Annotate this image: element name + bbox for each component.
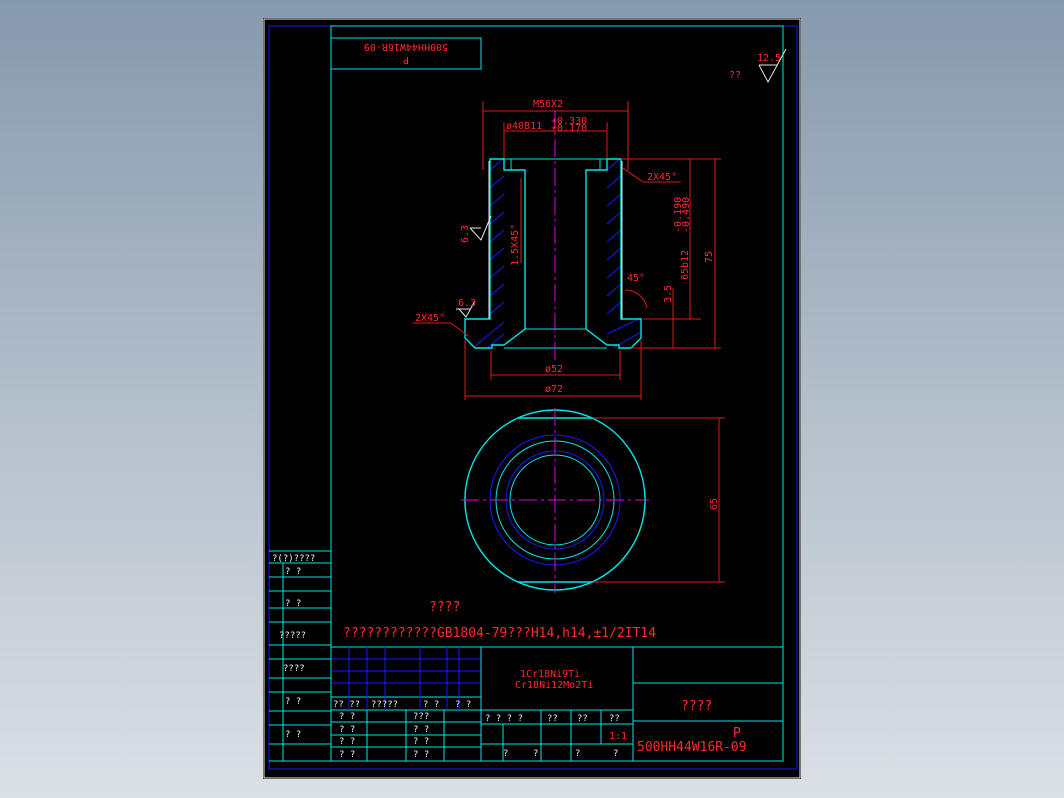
dim-chamfer-bottom: 2X45°	[413, 313, 469, 337]
bottom-mark-2: ?	[575, 749, 580, 759]
roughness-mark: ??	[729, 70, 741, 81]
col-label-b: ? ?	[413, 737, 429, 747]
notes-line: ????????????GB1804-79???H14,h14,±1/2IT14	[343, 626, 656, 641]
dim-flange-height-text: 3.5	[663, 285, 674, 303]
left-col-6: ? ?	[285, 730, 301, 740]
row-label-check: ? ?	[339, 725, 355, 735]
dim-bore-text: ø40B11	[506, 121, 542, 132]
mid-label-3: ??	[609, 714, 620, 724]
end-view: 65	[461, 408, 725, 593]
left-col-1: ? ?	[285, 567, 301, 577]
grid-label-2: ? ?	[423, 700, 439, 710]
dim-chamfer-top: 2X45°	[622, 167, 681, 183]
title-block: ?? ?? ????? ? ? ? ? ? ? ? ? ? ? ? ? ??? …	[330, 646, 784, 762]
roughness-a: 6.3	[460, 215, 492, 243]
part-name: ????	[681, 699, 712, 714]
dim-d52-text: ø52	[545, 364, 563, 375]
dim-bore-tol-lower: +0.170	[551, 123, 587, 134]
dim-d72-text: ø72	[545, 384, 563, 395]
bottom-mark-1: ?	[533, 749, 538, 759]
drawing-sheet: P 500HH44W16R-09 12.5 ?? M56X2 ø40B11 +0…	[263, 18, 801, 779]
mid-label-1: ??	[547, 714, 558, 724]
row-label-approve: ? ?	[339, 750, 355, 760]
mirrored-code-p: P	[403, 54, 409, 65]
left-col-4: ????	[283, 664, 305, 674]
section-outline-right	[585, 158, 642, 349]
drawing-canvas: P 500HH44W16R-09 12.5 ?? M56X2 ø40B11 +0…	[263, 18, 801, 779]
mirrored-code: 500HH44W16R-09	[364, 41, 448, 52]
col-label-a: ? ?	[413, 725, 429, 735]
material-2: Cr18Ni12Mo2Ti	[515, 680, 593, 691]
part-code-2: 500HH44W16R-09	[637, 740, 747, 755]
outer-frame	[263, 18, 801, 779]
bottom-mark-0: ?	[503, 749, 508, 759]
bottom-mark-3: ?	[613, 749, 618, 759]
dim-height-text: 75	[704, 251, 715, 263]
mid-label-0: ? ? ? ?	[485, 714, 523, 724]
part-code-1: P	[733, 726, 741, 741]
border-frame-blue	[268, 25, 798, 770]
roughness-b: 6.3	[456, 298, 476, 318]
material-1: 1Cr18Ni9Ti	[520, 669, 580, 680]
row-label-design: ? ?	[339, 712, 355, 722]
left-column: ?(?)???? ? ? ? ? ????? ???? ? ? ? ?	[269, 550, 331, 762]
left-col-5: ? ?	[285, 697, 301, 707]
roughness-symbol-general: 12.5 ??	[729, 48, 787, 84]
dim-chamfer-top-text: 2X45°	[647, 172, 677, 183]
roughness-a-text: 6.3	[460, 225, 471, 243]
mid-label-2: ??	[577, 714, 588, 724]
grid-label-0: ?? ??	[333, 700, 360, 710]
mirrored-title-text: P 500HH44W16R-09	[364, 41, 448, 65]
left-col-3: ?????	[279, 631, 306, 641]
dim-chamfer-bottom-text: 2X45°	[415, 313, 445, 324]
revision-grid: ?? ?? ????? ? ? ? ? ? ? ? ? ? ? ? ? ??? …	[331, 647, 481, 761]
col-label-std: ???	[413, 712, 429, 722]
roughness-b-text: 6.3	[458, 298, 476, 309]
left-col-2: ? ?	[285, 599, 301, 609]
dim-inner-chamfer-text: 1.5X45°	[510, 224, 521, 266]
left-col-0: ?(?)????	[272, 554, 315, 564]
grid-label-1: ?????	[371, 700, 398, 710]
grid-label-3: ? ?	[455, 700, 471, 710]
row-label-process: ? ?	[339, 737, 355, 747]
dim-shaft-tol-lower: -0.490	[681, 197, 692, 233]
col-label-c: ? ?	[413, 750, 429, 760]
roughness-value: 12.5	[757, 53, 781, 64]
scale-value: 1:1	[609, 731, 627, 742]
section-view: M56X2 ø40B11 +0.330 +0.170 2X45° 65b12 -…	[413, 99, 721, 400]
dim-shaft-text: 65b12	[680, 250, 691, 280]
dim-thread-text: M56X2	[533, 99, 563, 110]
notes-heading: ????	[429, 600, 460, 615]
dim-angle-text: 45°	[627, 273, 645, 284]
dim-inner-chamfer: 1.5X45°	[510, 178, 522, 266]
dim-across-flats-text: 65	[709, 498, 720, 510]
